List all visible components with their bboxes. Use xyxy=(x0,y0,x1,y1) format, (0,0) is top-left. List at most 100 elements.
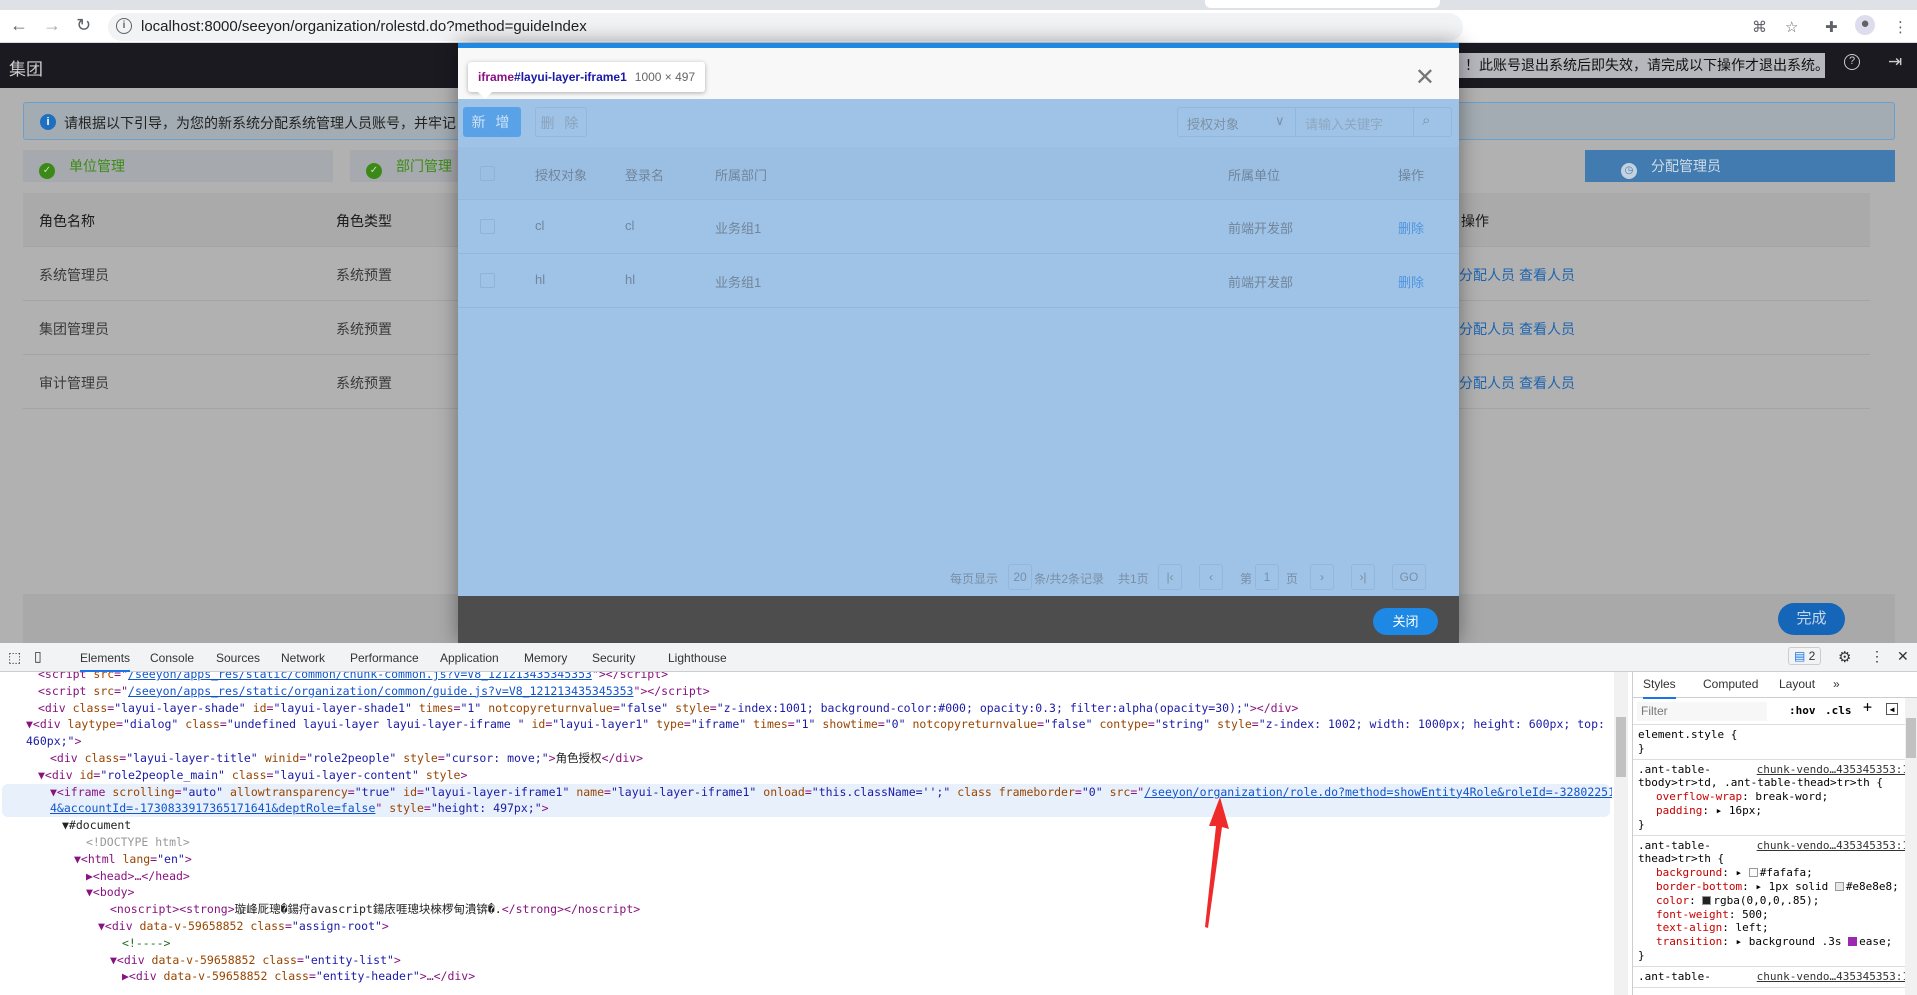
device-toggle-icon[interactable]: ▯ xyxy=(34,648,42,665)
per-page-input[interactable]: 20 xyxy=(1008,564,1032,590)
header-login: 登录名 xyxy=(625,168,665,183)
dom-line[interactable]: ▼<div data-v-59658852 class="assign-root… xyxy=(0,918,1612,935)
dom-line[interactable]: <div class="layui-layer-title" winid="ro… xyxy=(0,750,1612,767)
logout-icon[interactable]: ⇥ xyxy=(1888,52,1902,72)
done-button[interactable]: 完成 xyxy=(1778,603,1845,635)
assign-link[interactable]: 分配人员 xyxy=(1459,319,1515,339)
view-link[interactable]: 查看人员 xyxy=(1519,373,1575,393)
tab-layout[interactable]: Layout xyxy=(1779,677,1815,692)
back-icon[interactable]: ← xyxy=(10,15,28,36)
profile-icon[interactable]: ● xyxy=(1855,15,1875,35)
select-all-checkbox[interactable] xyxy=(480,166,495,181)
dom-line[interactable]: ▼<div id="role2people_main" class="layui… xyxy=(0,767,1612,784)
extensions-icon[interactable]: ✚ xyxy=(1825,18,1838,36)
settings-icon[interactable]: ⚙ xyxy=(1838,648,1851,666)
dom-scrollbar[interactable] xyxy=(1614,672,1628,995)
tab-memory[interactable]: Memory xyxy=(524,651,567,665)
tab-elements[interactable]: Elements xyxy=(80,651,131,672)
style-rule[interactable]: chunk-vendo…435345353:1 .ant-table- xyxy=(1633,967,1917,988)
help-icon[interactable]: ? xyxy=(1844,54,1860,70)
more-tabs-icon[interactable]: » xyxy=(1833,677,1840,692)
assign-link[interactable]: 分配人员 xyxy=(1459,373,1515,393)
dom-line[interactable]: ▼<html lang="en"> xyxy=(0,851,1612,868)
header-op: 操作 xyxy=(1398,168,1425,183)
issues-badge[interactable]: ▤ 2 xyxy=(1788,647,1822,665)
dom-line[interactable]: <!DOCTYPE html> xyxy=(0,834,1612,851)
dom-line: 460px;"> xyxy=(26,734,82,749)
row-checkbox[interactable] xyxy=(480,219,495,234)
sidebar-toggle-icon[interactable]: ◀ xyxy=(1886,703,1898,715)
role-auth-dialog: ✕ 新 增 删 除 授权对象 ∨ 请输入关键字 ⌕ 授权对象 登录名 所属部门 … xyxy=(458,43,1459,643)
translate-icon[interactable]: ⌘ xyxy=(1752,18,1767,36)
add-button[interactable]: 新 增 xyxy=(463,107,521,137)
tab-console[interactable]: Console xyxy=(150,651,194,665)
role-name: 审计管理员 xyxy=(39,375,109,391)
step-assign-admin[interactable]: ◷ 分配管理员 xyxy=(1585,150,1895,182)
close-devtools-icon[interactable]: ✕ xyxy=(1897,648,1909,665)
delete-link[interactable]: 删除 xyxy=(1398,218,1424,237)
dialog-accent-bar xyxy=(458,43,1459,48)
dom-line[interactable]: <script src="/seeyon/apps_res/static/org… xyxy=(0,683,1612,700)
next-page-icon[interactable]: › xyxy=(1310,564,1334,590)
selected-dom-node[interactable]: ▼<iframe scrolling="auto" allowtranspare… xyxy=(2,783,1612,818)
element-inspect-tooltip: iframe#layui-layer-iframe1 1000 × 497 xyxy=(468,62,706,99)
first-page-icon[interactable]: |‹ xyxy=(1158,564,1182,590)
styles-scrollbar[interactable] xyxy=(1905,698,1917,995)
more-icon[interactable]: ⋮ xyxy=(1870,648,1884,665)
tab-computed[interactable]: Computed xyxy=(1703,677,1758,692)
tab-styles[interactable]: Styles xyxy=(1643,677,1676,699)
tab-security[interactable]: Security xyxy=(592,651,635,665)
inspect-icon[interactable]: ⬚ xyxy=(8,649,21,666)
close-button[interactable]: 关闭 xyxy=(1373,608,1438,635)
dom-line[interactable]: <div class="layui-layer-shade" id="layui… xyxy=(0,700,1612,717)
go-button[interactable]: GO xyxy=(1392,564,1426,590)
dom-line[interactable]: ▼<div data-v-59658852 class="entity-list… xyxy=(0,952,1612,969)
dom-line[interactable]: ▶<head>…</head> xyxy=(0,868,1612,885)
search-input[interactable]: 请输入关键字 xyxy=(1305,114,1383,133)
dom-line[interactable]: <noscript><strong>璇峰厑璁�鍚疛avascript鍚庡啀璁块棶… xyxy=(0,901,1612,918)
dom-line[interactable]: ▼<body> xyxy=(0,884,1612,901)
devtools-tabs: ⬚ ▯ Elements Console Sources Network Per… xyxy=(0,643,1917,672)
star-icon[interactable]: ☆ xyxy=(1785,18,1798,36)
row-checkbox[interactable] xyxy=(480,273,495,288)
address-bar[interactable]: i localhost:8000/seeyon/organization/rol… xyxy=(108,13,1463,41)
step-unit[interactable]: ✓ 单位管理 xyxy=(23,150,333,182)
dom-line[interactable]: <!----> xyxy=(0,935,1612,952)
delete-link[interactable]: 删除 xyxy=(1398,272,1424,291)
page-input[interactable]: 1 xyxy=(1255,564,1279,590)
dom-line[interactable]: ▶<div data-v-59658852 class="entity-head… xyxy=(0,968,1612,985)
hov-toggle[interactable]: :hov xyxy=(1789,704,1816,718)
style-rule[interactable]: element.style {} xyxy=(1633,725,1917,760)
dom-line[interactable]: ▼<div laytype="dialog" class="undefined … xyxy=(0,716,1612,733)
warning-text: ！此账号退出系统后即失效，请完成以下操作才退出系统。 xyxy=(1459,53,1825,78)
assign-link[interactable]: 分配人员 xyxy=(1459,265,1515,285)
delete-button[interactable]: 删 除 xyxy=(535,107,587,137)
style-rule[interactable]: chunk-vendo…435345353:1 .ant-table-tbody>… xyxy=(1633,760,1917,836)
cls-toggle[interactable]: .cls xyxy=(1825,704,1852,718)
reload-icon[interactable]: ↻ xyxy=(76,15,91,36)
forward-icon[interactable]: → xyxy=(43,15,61,36)
filter-select[interactable]: 授权对象 xyxy=(1187,114,1239,133)
view-link[interactable]: 查看人员 xyxy=(1519,265,1575,285)
search-icon[interactable]: ⌕ xyxy=(1422,112,1430,129)
view-link[interactable]: 查看人员 xyxy=(1519,319,1575,339)
menu-icon[interactable]: ⋮ xyxy=(1893,18,1908,36)
info-icon[interactable]: i xyxy=(116,18,132,34)
prev-page-icon[interactable]: ‹ xyxy=(1199,564,1223,590)
tab-network[interactable]: Network xyxy=(281,651,325,665)
dom-line[interactable]: <script src="/seeyon/apps_res/static/com… xyxy=(0,672,1612,683)
tab-application[interactable]: Application xyxy=(440,651,499,665)
close-icon[interactable]: ✕ xyxy=(1415,63,1435,92)
step-label: 单位管理 xyxy=(69,158,125,174)
tab-lighthouse[interactable]: Lighthouse xyxy=(668,651,727,665)
browser-tab[interactable] xyxy=(1205,0,1440,8)
add-rule-icon[interactable]: + xyxy=(1863,700,1872,715)
chevron-down-icon: ∨ xyxy=(1275,113,1285,128)
cell-dept: 业务组1 xyxy=(715,275,762,290)
tab-performance[interactable]: Performance xyxy=(350,651,419,665)
last-page-icon[interactable]: ›| xyxy=(1351,564,1375,590)
tab-sources[interactable]: Sources xyxy=(216,651,260,665)
styles-filter-input[interactable]: Filter xyxy=(1637,702,1767,721)
style-rule[interactable]: chunk-vendo…435345353:1 .ant-table-thead>… xyxy=(1633,836,1917,967)
dom-line[interactable]: ▼#document xyxy=(0,817,1612,834)
